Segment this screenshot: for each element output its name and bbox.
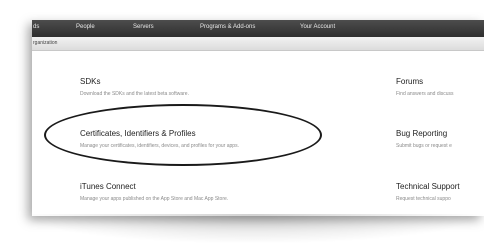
nav-item-servers[interactable]: Servers xyxy=(133,24,154,30)
nav-item-your-account[interactable]: Your Account xyxy=(300,24,335,30)
page-shadow xyxy=(18,214,484,244)
organization-bar: rganization xyxy=(32,37,484,51)
nav-item-ds[interactable]: ds xyxy=(33,24,39,30)
itunes-connect-description: Manage your apps published on the App St… xyxy=(80,196,229,202)
sdks-link[interactable]: SDKs xyxy=(80,77,100,86)
nav-item-people[interactable]: People xyxy=(76,24,95,30)
technical-support-link[interactable]: Technical Support xyxy=(396,182,460,191)
bug-reporting-description: Submit bugs or request e xyxy=(396,143,452,149)
itunes-connect-link[interactable]: iTunes Connect xyxy=(80,182,136,191)
forums-link[interactable]: Forums xyxy=(396,77,423,86)
sdks-description: Download the SDKs and the latest beta so… xyxy=(80,91,189,97)
nav-item-programs-addons[interactable]: Programs & Add-ons xyxy=(200,24,255,30)
page-screenshot: ds People Servers Programs & Add-ons You… xyxy=(32,20,484,216)
main-content: SDKs Download the SDKs and the latest be… xyxy=(32,51,484,216)
certificates-link[interactable]: Certificates, Identifiers & Profiles xyxy=(80,129,196,138)
top-navigation-bar: ds People Servers Programs & Add-ons You… xyxy=(32,20,484,37)
certificates-description: Manage your certificates, identifiers, d… xyxy=(80,143,239,149)
forums-description: Find answers and discuss xyxy=(396,91,454,97)
bug-reporting-link[interactable]: Bug Reporting xyxy=(396,129,447,138)
technical-support-description: Request technical suppo xyxy=(396,196,451,202)
organization-label: rganization xyxy=(33,40,58,46)
